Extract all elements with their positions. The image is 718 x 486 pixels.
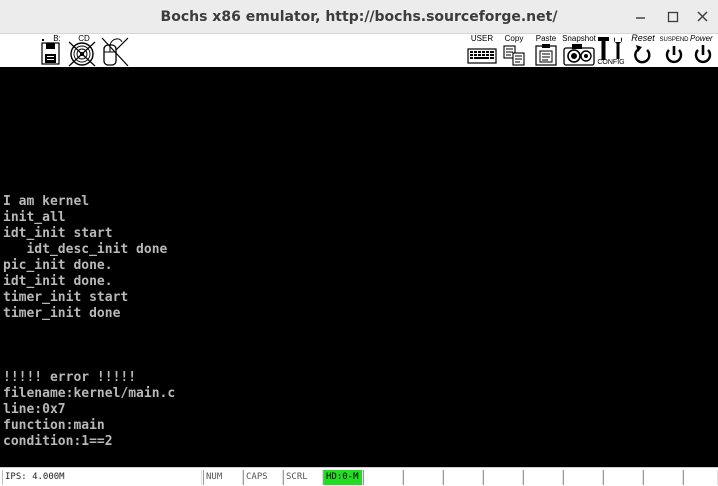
status-slot-14 — [683, 470, 718, 485]
num-lock-indicator: NUM — [203, 470, 243, 485]
floppy-b-label: B: — [53, 34, 61, 43]
console-line: condition:1==2 — [3, 434, 113, 449]
scroll-lock-indicator: SCRL — [283, 470, 323, 485]
maximize-icon — [664, 8, 682, 26]
console-line: line:0x7 — [3, 402, 66, 417]
power-button[interactable]: Power — [690, 34, 718, 67]
status-slot-6 — [363, 470, 403, 485]
minimize-icon — [632, 8, 650, 26]
status-slot-12 — [603, 470, 643, 485]
status-slot-11 — [563, 470, 603, 485]
status-slot-10 — [523, 470, 563, 485]
console-line: function:main — [3, 418, 105, 433]
cdrom-label: CD — [78, 34, 90, 43]
window-title: Bochs x86 emulator, http://bochs.sourcef… — [160, 9, 558, 25]
floppy-b-button[interactable]: B: — [38, 34, 66, 67]
status-slot-13 — [643, 470, 683, 485]
reset-button[interactable]: Reset — [627, 34, 659, 67]
paste-label: Paste — [535, 34, 557, 43]
console-output: I am kernel init_all idt_init start idt_de… — [3, 194, 175, 450]
console-line: I am kernel — [3, 194, 90, 209]
snapshot-label: Snapshot — [562, 34, 596, 43]
user-button[interactable]: USER — [466, 34, 498, 67]
console-line: filename:kernel/main.c — [3, 386, 176, 401]
console-line: idt_desc_init done — [3, 242, 168, 257]
user-label: USER — [470, 34, 494, 43]
mouse-icon — [98, 34, 132, 67]
caps-lock-indicator: CAPS — [243, 470, 283, 485]
status-bar: IPS: 4.000M NUM CAPS SCRL HD:0-M — [0, 467, 718, 486]
status-slot-8 — [443, 470, 483, 485]
suspend-button[interactable]: SUSPEND — [658, 34, 690, 67]
power-label: Power — [690, 34, 713, 43]
close-icon — [694, 8, 712, 26]
copy-button[interactable]: Copy — [500, 34, 528, 67]
close-button[interactable] — [694, 8, 712, 26]
ips-indicator: IPS: 4.000M — [2, 470, 202, 485]
title-bar[interactable]: Bochs x86 emulator, http://bochs.sourcef… — [0, 0, 718, 34]
mouse-toggle-button[interactable] — [98, 34, 132, 67]
console-line: pic_init done. — [3, 258, 113, 273]
console-line: !!!!! error !!!!! — [3, 370, 137, 385]
console-line: init_all — [3, 210, 66, 225]
emulator-screen[interactable]: I am kernel init_all idt_init start idt_de… — [0, 67, 718, 467]
bochs-toolbar: B: CD USER Copy Paste Snapshot CONFIG Re… — [0, 34, 718, 67]
config-label: CONFIG — [597, 59, 625, 66]
console-line: timer_init start — [3, 290, 129, 305]
suspend-label: SUSPEND — [659, 37, 689, 43]
snapshot-button[interactable]: Snapshot — [562, 34, 596, 67]
paste-button[interactable]: Paste — [532, 34, 560, 67]
copy-label: Copy — [504, 34, 524, 43]
bochs-window: Bochs x86 emulator, http://bochs.sourcef… — [0, 0, 718, 486]
console-line: timer_init done — [3, 306, 121, 321]
console-line: idt_init done. — [3, 274, 113, 289]
status-slot-9 — [483, 470, 523, 485]
console-line: idt_init start — [3, 226, 113, 241]
status-slot-7 — [403, 470, 443, 485]
reset-label: Reset — [631, 33, 655, 43]
minimize-button[interactable] — [632, 8, 650, 26]
hd-activity-indicator: HD:0-M — [323, 470, 363, 485]
config-button[interactable]: CONFIG — [596, 34, 626, 67]
cdrom-button[interactable]: CD — [66, 34, 98, 67]
maximize-button[interactable] — [664, 8, 682, 26]
